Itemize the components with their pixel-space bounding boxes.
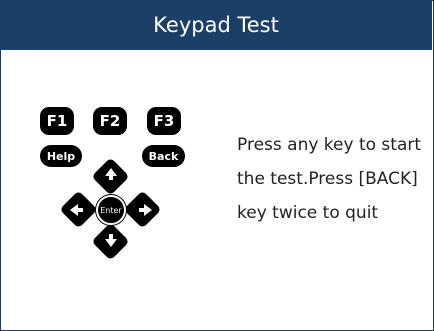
f1-key[interactable]: F1 (40, 107, 74, 135)
help-key[interactable]: Help (40, 145, 82, 167)
arrow-down-icon (105, 239, 117, 247)
instructions-text: Press any key to start the test.Press [B… (237, 128, 433, 230)
f3-key[interactable]: F3 (147, 107, 181, 135)
enter-key[interactable]: Enter (96, 195, 126, 225)
arrow-right-icon (144, 204, 152, 216)
instruction-line-3: key twice to quit (237, 203, 379, 223)
f2-key[interactable]: F2 (93, 107, 127, 135)
back-key[interactable]: Back (142, 145, 185, 167)
instruction-line-1: Press any key to start (237, 135, 422, 155)
arrow-left-icon (70, 204, 78, 216)
arrow-left-stem (78, 208, 83, 212)
instruction-line-2: the test.Press [BACK] (237, 169, 418, 189)
arrow-up-stem (109, 175, 113, 180)
